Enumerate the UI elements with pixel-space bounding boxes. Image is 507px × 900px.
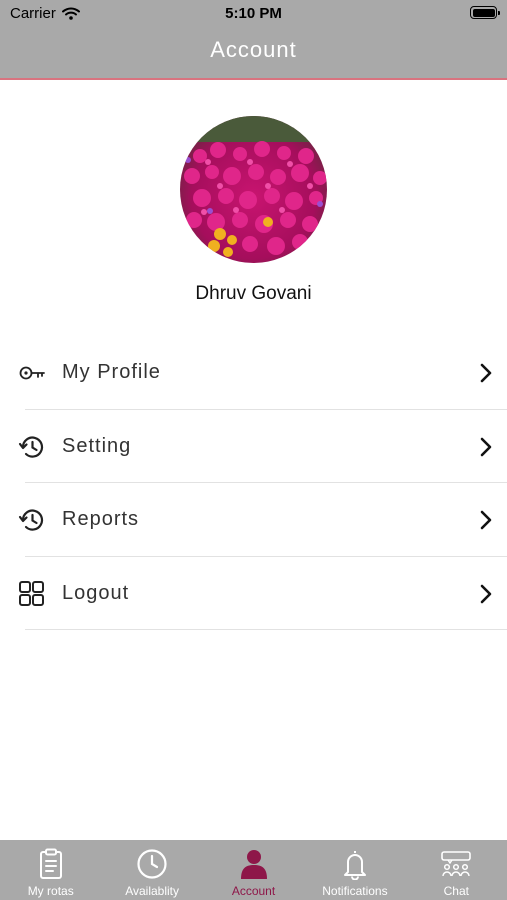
menu-item-setting[interactable]: Setting — [0, 410, 507, 483]
chevron-right-icon — [480, 437, 492, 456]
key-icon — [19, 366, 45, 380]
tab-bar: My rotas Availablity Account Notificatio… — [0, 840, 507, 900]
menu-item-my-profile[interactable]: My Profile — [0, 336, 507, 410]
flower-photo-icon — [180, 116, 327, 263]
chevron-right-icon — [480, 510, 492, 530]
menu-item-reports[interactable]: Reports — [0, 483, 507, 557]
clock-icon — [137, 849, 167, 879]
menu-item-label: Reports — [62, 508, 140, 530]
page-title: Account — [210, 37, 297, 62]
chevron-right-icon — [480, 363, 492, 383]
clipboard-icon — [39, 848, 62, 879]
grid-icon — [19, 580, 44, 606]
avatar[interactable] — [180, 116, 327, 263]
tab-label: My rotas — [27, 884, 74, 898]
menu-item-label: My Profile — [62, 361, 161, 383]
menu-item-label: Logout — [62, 581, 130, 604]
bell-icon — [343, 851, 366, 880]
profile-name: Dhruv Govani — [195, 283, 312, 304]
status-time: 5:10 PM — [225, 5, 282, 22]
menu-item-logout[interactable]: Logout — [0, 557, 507, 630]
account-menu: My Profile Setting Reports Logout — [0, 336, 507, 630]
divider — [25, 629, 507, 630]
tab-account[interactable]: Account — [203, 840, 304, 900]
battery-icon — [470, 6, 500, 19]
chevron-right-icon — [480, 584, 492, 603]
history-icon — [18, 435, 44, 458]
chat-icon — [441, 851, 472, 877]
tab-label: Availablity — [125, 884, 180, 898]
tab-my-rotas[interactable]: My rotas — [0, 840, 101, 900]
person-icon — [240, 850, 267, 879]
tab-availablity[interactable]: Availablity — [101, 840, 202, 900]
history-icon — [18, 509, 44, 531]
tab-notifications[interactable]: Notifications — [304, 840, 405, 900]
tab-label: Account — [231, 884, 276, 898]
tab-label: Chat — [443, 884, 469, 898]
tab-chat[interactable]: Chat — [406, 840, 507, 900]
status-bar: Carrier 5:10 PM — [0, 0, 507, 28]
menu-item-label: Setting — [62, 434, 132, 457]
top-bar: Carrier 5:10 PM Account — [0, 0, 507, 80]
account-screen: Carrier 5:10 PM Account Dhruv Govani My … — [0, 0, 507, 900]
tab-label: Notifications — [322, 884, 388, 898]
